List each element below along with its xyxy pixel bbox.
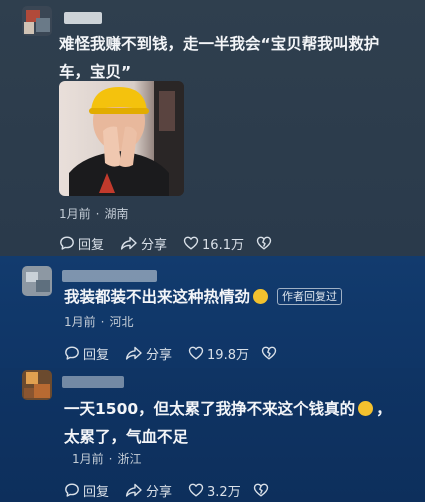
dislike-button[interactable] <box>261 345 280 361</box>
dislike-button[interactable] <box>253 482 272 498</box>
share-arrow-icon <box>120 236 137 250</box>
comment-time: 1月前 <box>64 315 96 329</box>
comment-text: 我装都装不出来这种热情劲 作者回复过 <box>64 283 404 311</box>
reply-button[interactable]: 回复 <box>64 344 109 363</box>
share-button[interactable]: 分享 <box>125 481 172 500</box>
username-redacted[interactable] <box>62 376 124 388</box>
share-label: 分享 <box>146 347 173 363</box>
comment-actions: 回复 分享 3.2万 <box>64 480 272 500</box>
share-button[interactable]: 分享 <box>125 344 172 363</box>
avatar[interactable] <box>22 370 52 400</box>
like-count: 16.1万 <box>202 237 244 253</box>
username-redacted[interactable] <box>64 12 102 24</box>
like-count: 3.2万 <box>207 484 241 500</box>
heart-icon <box>183 236 199 250</box>
comment-actions: 回复 分享 19.8万 <box>64 343 280 363</box>
reply-label: 回复 <box>78 237 105 253</box>
avatar[interactable] <box>22 266 52 296</box>
share-arrow-icon <box>125 346 142 360</box>
comment-card: 我装都装不出来这种热情劲 作者回复过 1月前 · 河北 回复 分享 19.8万 <box>0 256 425 368</box>
rofl-emoji-icon <box>358 401 374 416</box>
like-button[interactable]: 3.2万 <box>188 481 241 500</box>
comment-text-content: 我装都装不出来这种热情劲 <box>64 288 251 306</box>
speech-bubble-icon <box>60 236 74 250</box>
avatar[interactable] <box>22 6 52 36</box>
reply-label: 回复 <box>83 484 110 500</box>
comment-meta: 1月前 · 河北 <box>64 313 133 330</box>
share-arrow-icon <box>125 483 142 497</box>
reply-button[interactable]: 回复 <box>64 481 109 500</box>
comment-text-content: 一天1500，但太累了我挣不来这个钱真的 <box>64 400 356 418</box>
comment-time: 1月前 <box>59 207 91 221</box>
comment-text: 难怪我赚不到钱，走一半我会“宝贝帮我叫救护车，宝贝” <box>59 35 380 81</box>
broken-heart-icon <box>253 483 268 497</box>
comment-time: 1月前 <box>72 452 104 466</box>
share-label: 分享 <box>146 484 173 500</box>
comment-text: 一天1500，但太累了我挣不来这个钱真的 ，太累了，气血不足 <box>64 395 394 451</box>
comment-actions: 回复 分享 16.1万 <box>59 233 275 253</box>
like-button[interactable]: 16.1万 <box>183 234 244 253</box>
hot-face-emoji-icon <box>253 289 269 304</box>
meta-separator: · <box>100 315 105 329</box>
author-replied-badge[interactable]: 作者回复过 <box>277 288 343 305</box>
speech-bubble-icon <box>65 346 79 360</box>
comment-card: 一天1500，但太累了我挣不来这个钱真的 ，太累了，气血不足 1月前 · 浙江 回复 … <box>0 368 425 502</box>
reply-button[interactable]: 回复 <box>59 234 104 253</box>
meta-separator: · <box>95 207 100 221</box>
heart-icon <box>188 483 204 497</box>
comment-meta: 1月前 · 浙江 <box>72 450 141 467</box>
share-label: 分享 <box>141 237 168 253</box>
like-count: 19.8万 <box>207 347 249 363</box>
broken-heart-icon <box>261 346 277 360</box>
reply-label: 回复 <box>83 347 110 363</box>
heart-icon <box>188 346 204 360</box>
username-redacted[interactable] <box>62 270 157 282</box>
dislike-button[interactable] <box>256 235 275 251</box>
speech-bubble-icon <box>65 483 79 497</box>
meta-separator: · <box>108 452 113 466</box>
comment-location: 浙江 <box>117 452 142 466</box>
comment-location: 河北 <box>109 315 134 329</box>
broken-heart-icon <box>256 236 272 250</box>
comment-meta: 1月前 · 湖南 <box>59 205 128 222</box>
share-button[interactable]: 分享 <box>120 234 167 253</box>
comment-location: 湖南 <box>104 207 129 221</box>
comment-image[interactable] <box>59 81 184 196</box>
comment-card: 难怪我赚不到钱，走一半我会“宝贝帮我叫救护车，宝贝” 1月前 · 湖南 回复 分享 … <box>0 0 425 256</box>
like-button[interactable]: 19.8万 <box>188 344 249 363</box>
